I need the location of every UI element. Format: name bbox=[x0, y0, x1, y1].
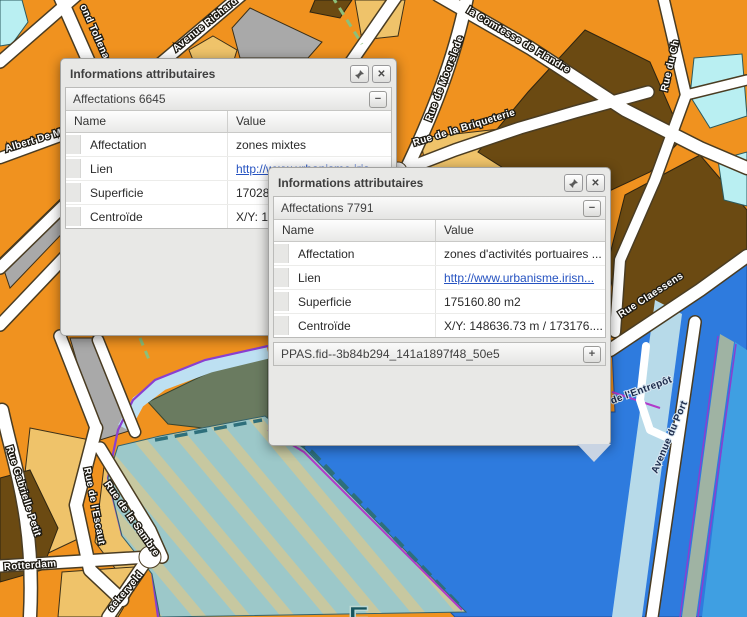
row-expander bbox=[274, 244, 289, 263]
row-expander bbox=[274, 292, 289, 311]
row-expander bbox=[66, 183, 81, 202]
attr-value: 175160.80 m2 bbox=[436, 290, 605, 313]
attr-name: Affectation bbox=[81, 138, 146, 152]
attr-value: zones mixtes bbox=[228, 133, 391, 156]
column-header-value[interactable]: Value bbox=[228, 111, 391, 132]
attr-value: zones d'activités portuaires ... bbox=[436, 242, 605, 265]
feature-panel-header[interactable]: Affectations 7791 − bbox=[274, 197, 605, 220]
pin-icon[interactable] bbox=[350, 65, 369, 83]
close-icon[interactable]: ✕ bbox=[372, 65, 391, 83]
popup-anchor-arrow bbox=[577, 444, 611, 462]
table-row[interactable]: Lien http://www.urbanisme.irisn... bbox=[274, 266, 605, 290]
collapse-icon[interactable]: − bbox=[369, 91, 387, 108]
table-row[interactable]: Superficie 175160.80 m2 bbox=[274, 290, 605, 314]
feature-id-text: PPAS.fid--3b84b294_141a1897f48_50e5 bbox=[281, 347, 583, 361]
grid-header: Name Value bbox=[274, 220, 605, 242]
column-header-name[interactable]: Name bbox=[66, 111, 228, 132]
row-expander bbox=[66, 207, 81, 226]
pin-icon[interactable] bbox=[564, 174, 583, 192]
feature-id-bar[interactable]: PPAS.fid--3b84b294_141a1897f48_50e5 + bbox=[273, 342, 606, 366]
feature-panel-7791: Affectations 7791 − Name Value Affectati… bbox=[273, 196, 606, 338]
row-expander bbox=[274, 268, 289, 287]
attr-name: Affectation bbox=[289, 247, 354, 261]
row-expander bbox=[66, 135, 81, 154]
window-title: Informations attributaires bbox=[278, 176, 561, 190]
table-row[interactable]: Centroïde X/Y: 148636.73 m / 173176.... bbox=[274, 314, 605, 337]
row-expander bbox=[66, 159, 81, 178]
attr-name: Superficie bbox=[289, 295, 351, 309]
expand-icon[interactable]: + bbox=[583, 346, 601, 363]
row-expander bbox=[274, 316, 289, 335]
attr-name: Lien bbox=[81, 162, 113, 176]
grid-header: Name Value bbox=[66, 111, 391, 133]
feature-panel-title: Affectations 6645 bbox=[73, 92, 369, 106]
window-titlebar[interactable]: Informations attributaires ✕ bbox=[65, 63, 392, 87]
map-label-f: F bbox=[348, 600, 369, 617]
close-icon[interactable]: ✕ bbox=[586, 174, 605, 192]
column-header-name[interactable]: Name bbox=[274, 220, 436, 241]
attribute-info-window-7791[interactable]: Informations attributaires ✕ Affectation… bbox=[268, 167, 611, 446]
table-row[interactable]: Affectation zones mixtes bbox=[66, 133, 391, 157]
attr-name: Centroïde bbox=[81, 210, 143, 224]
attr-name: Lien bbox=[289, 271, 321, 285]
feature-panel-title: Affectations 7791 bbox=[281, 201, 583, 215]
window-titlebar[interactable]: Informations attributaires ✕ bbox=[273, 172, 606, 196]
column-header-value[interactable]: Value bbox=[436, 220, 605, 241]
table-row[interactable]: Affectation zones d'activités portuaires… bbox=[274, 242, 605, 266]
attr-name: Centroïde bbox=[289, 319, 351, 333]
window-title: Informations attributaires bbox=[70, 67, 347, 81]
attr-value: X/Y: 148636.73 m / 173176.... bbox=[436, 314, 605, 337]
attr-value-link[interactable]: http://www.urbanisme.irisn... bbox=[444, 271, 594, 285]
collapse-icon[interactable]: − bbox=[583, 200, 601, 217]
attr-name: Superficie bbox=[81, 186, 143, 200]
feature-panel-header[interactable]: Affectations 6645 − bbox=[66, 88, 391, 111]
